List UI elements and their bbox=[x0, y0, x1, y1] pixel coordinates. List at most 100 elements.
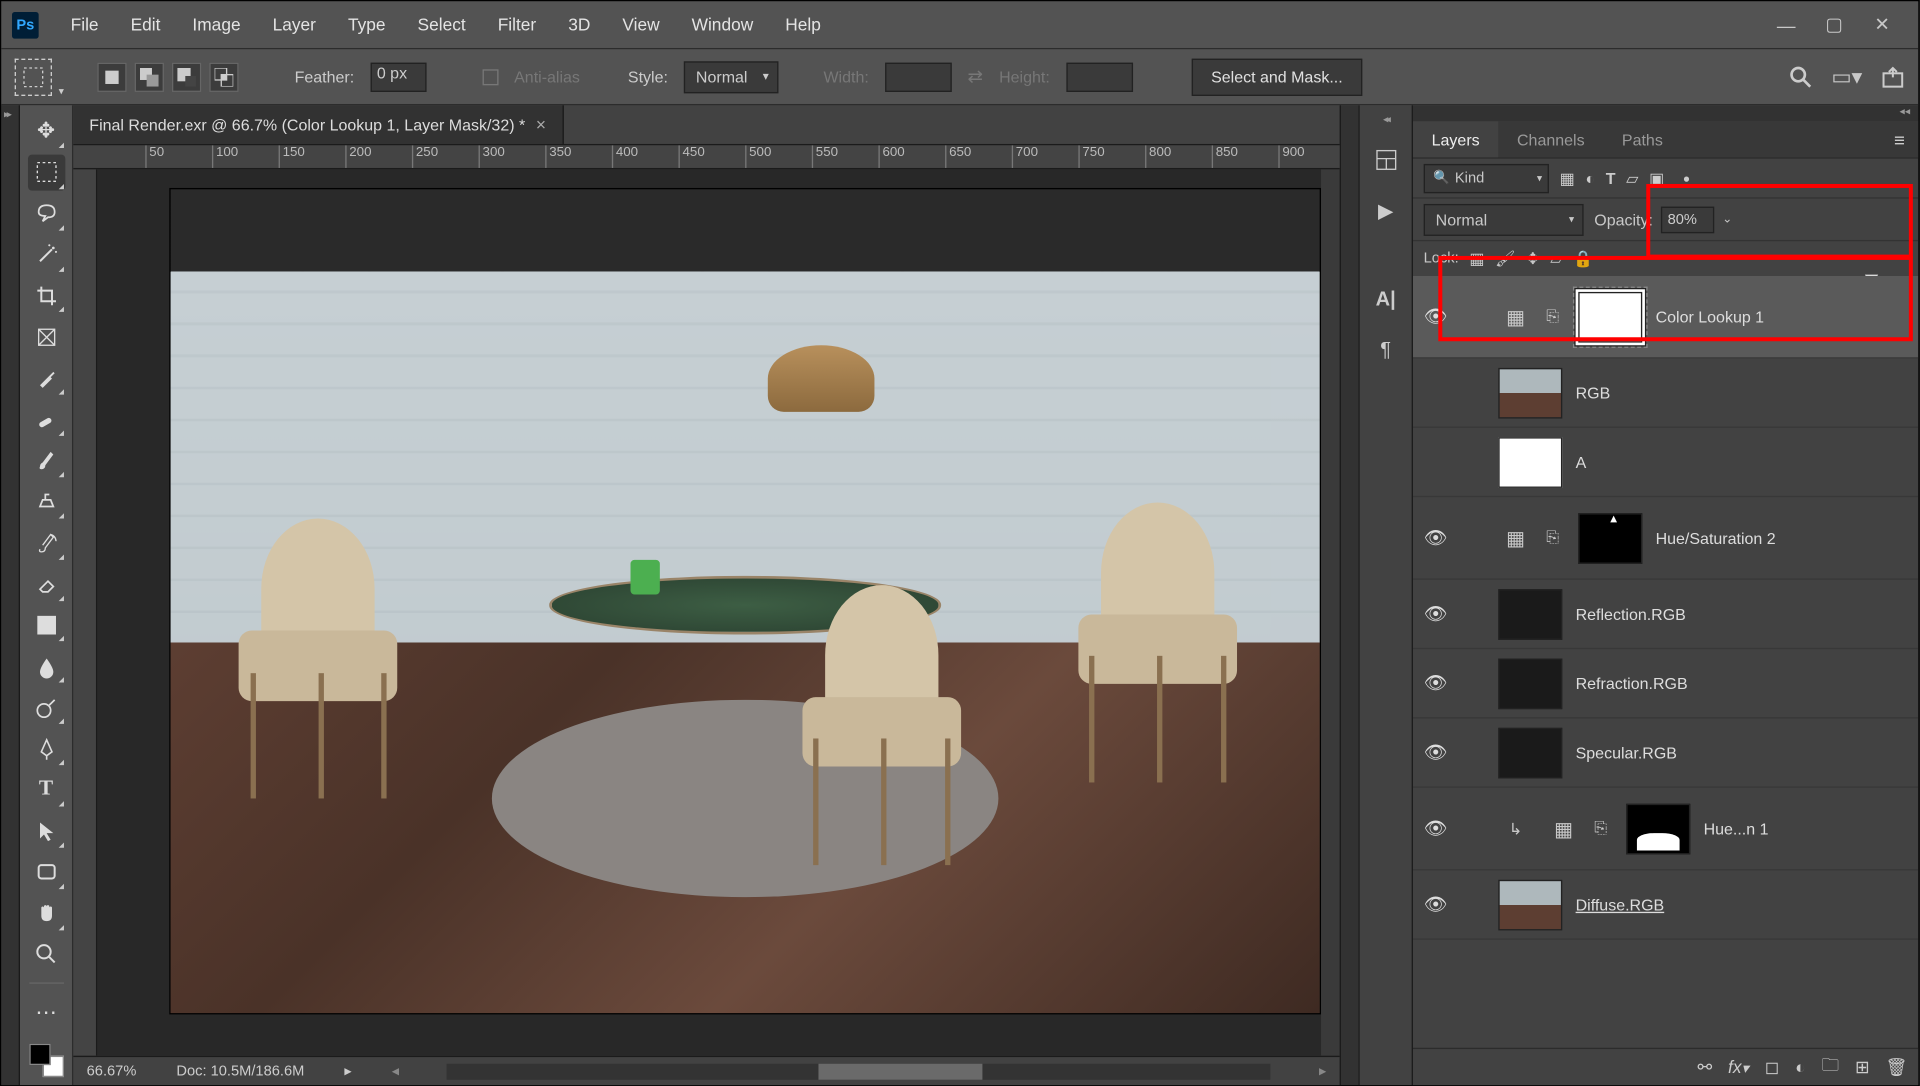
delete-layer-icon[interactable]: 🗑 bbox=[1886, 1056, 1908, 1077]
doc-info[interactable]: Doc: 10.5M/186.6M bbox=[176, 1063, 304, 1079]
visibility-eye-icon[interactable]: 👁 bbox=[1424, 527, 1448, 550]
rectangle-tool[interactable] bbox=[27, 854, 64, 890]
visibility-eye-icon[interactable]: 👁 bbox=[1424, 603, 1448, 626]
right-gutter[interactable] bbox=[1340, 105, 1359, 1085]
close-tab-icon[interactable]: × bbox=[536, 115, 546, 135]
eraser-tool[interactable] bbox=[27, 566, 64, 602]
selection-new-icon[interactable] bbox=[97, 62, 126, 91]
menu-edit[interactable]: Edit bbox=[115, 15, 177, 35]
dodge-tool[interactable] bbox=[27, 689, 64, 725]
lasso-tool[interactable] bbox=[27, 196, 64, 232]
layer-name[interactable]: Reflection.RGB bbox=[1576, 605, 1686, 624]
select-and-mask-button[interactable]: Select and Mask... bbox=[1191, 58, 1363, 95]
workspace-icon[interactable]: ▭▾ bbox=[1831, 63, 1862, 90]
menu-filter[interactable]: Filter bbox=[482, 15, 553, 35]
layer-color-lookup-1[interactable]: 👁 ▦ ⎘ Color Lookup 1 bbox=[1413, 276, 1918, 359]
horizontal-scrollbar[interactable] bbox=[447, 1063, 1271, 1079]
layer-specular-rgb[interactable]: 👁 Specular.RGB bbox=[1413, 718, 1918, 787]
lock-transparency-icon[interactable]: ▦ bbox=[1469, 249, 1484, 268]
panel-menu-icon[interactable]: ≡ bbox=[1881, 129, 1919, 150]
add-mask-icon[interactable]: ◻ bbox=[1765, 1056, 1779, 1077]
zoom-level[interactable]: 66.67% bbox=[87, 1063, 137, 1079]
layer-name[interactable]: RGB bbox=[1576, 383, 1611, 402]
canvas[interactable] bbox=[97, 169, 1321, 1055]
layer-diffuse-rgb[interactable]: 👁 Diffuse.RGB bbox=[1413, 870, 1918, 939]
share-icon[interactable] bbox=[1881, 65, 1905, 89]
layer-a[interactable]: A bbox=[1413, 428, 1918, 497]
layer-name[interactable]: A bbox=[1576, 453, 1587, 472]
layer-thumbnail[interactable] bbox=[1498, 658, 1562, 709]
selection-intersect-icon[interactable] bbox=[209, 62, 238, 91]
layer-name[interactable]: Refraction.RGB bbox=[1576, 674, 1688, 693]
layer-mask-thumbnail[interactable] bbox=[1578, 513, 1642, 564]
brush-tool[interactable] bbox=[27, 443, 64, 479]
menu-layer[interactable]: Layer bbox=[257, 15, 332, 35]
menu-image[interactable]: Image bbox=[176, 15, 256, 35]
menu-3d[interactable]: 3D bbox=[552, 15, 606, 35]
layer-name[interactable]: Color Lookup 1 bbox=[1656, 307, 1764, 326]
layer-name[interactable]: Specular.RGB bbox=[1576, 743, 1677, 762]
vertical-scrollbar[interactable] bbox=[1321, 169, 1340, 1055]
layer-mask-thumbnail[interactable] bbox=[1626, 803, 1690, 854]
left-gutter[interactable] bbox=[1, 105, 20, 1085]
visibility-eye-icon[interactable]: 👁 bbox=[1424, 893, 1448, 916]
gradient-tool[interactable] bbox=[27, 607, 64, 643]
visibility-eye-icon[interactable]: 👁 bbox=[1424, 672, 1448, 695]
zoom-tool[interactable] bbox=[27, 936, 64, 972]
healing-brush-tool[interactable] bbox=[27, 401, 64, 437]
layer-thumbnail[interactable] bbox=[1498, 879, 1562, 930]
link-layers-icon[interactable]: ⚯ bbox=[1697, 1056, 1712, 1077]
filter-type-icon[interactable]: T bbox=[1606, 169, 1616, 188]
edit-toolbar-icon[interactable]: ⋯ bbox=[27, 995, 64, 1031]
move-tool[interactable]: ✥ bbox=[27, 113, 64, 149]
opacity-input[interactable]: 80% bbox=[1661, 206, 1714, 233]
menu-select[interactable]: Select bbox=[402, 15, 482, 35]
marquee-tool[interactable] bbox=[27, 154, 64, 190]
layer-name[interactable]: Hue/Saturation 2 bbox=[1656, 529, 1776, 548]
lock-pixels-icon[interactable]: 🖌 bbox=[1495, 249, 1515, 268]
window-maximize-icon[interactable]: ▢ bbox=[1820, 10, 1849, 39]
new-layer-icon[interactable]: ⊞ bbox=[1855, 1056, 1870, 1077]
filter-toggle-icon[interactable]: ● bbox=[1683, 171, 1690, 184]
doc-info-chevron-icon[interactable]: ▸ bbox=[344, 1062, 351, 1079]
layer-reflection-rgb[interactable]: 👁 Reflection.RGB bbox=[1413, 580, 1918, 649]
layer-rgb[interactable]: RGB bbox=[1413, 359, 1918, 428]
magic-wand-tool[interactable] bbox=[27, 237, 64, 273]
layer-thumbnail[interactable] bbox=[1498, 589, 1562, 640]
path-selection-tool[interactable] bbox=[27, 813, 64, 849]
filter-smart-icon[interactable]: ▣ bbox=[1649, 169, 1664, 188]
layer-hue-n-1[interactable]: 👁 ↳ ▦ ⎘ Hue...n 1 bbox=[1413, 788, 1918, 871]
lock-all-icon[interactable]: 🔒 bbox=[1573, 249, 1593, 268]
menu-view[interactable]: View bbox=[606, 15, 675, 35]
selection-subtract-icon[interactable] bbox=[172, 62, 201, 91]
foreground-background-colors[interactable] bbox=[29, 1044, 64, 1077]
window-minimize-icon[interactable]: — bbox=[1772, 10, 1801, 39]
layer-filter-kind[interactable]: 🔍Kind bbox=[1424, 163, 1549, 192]
tab-channels[interactable]: Channels bbox=[1498, 121, 1603, 157]
new-adjustment-icon[interactable]: ◐ bbox=[1795, 1057, 1805, 1077]
menu-help[interactable]: Help bbox=[769, 15, 837, 35]
dock-icon-character[interactable]: A| bbox=[1370, 283, 1402, 315]
window-close-icon[interactable]: ✕ bbox=[1868, 10, 1897, 39]
layer-mask-thumbnail[interactable] bbox=[1578, 291, 1642, 342]
selection-add-icon[interactable] bbox=[135, 62, 164, 91]
lock-position-icon[interactable]: ✥ bbox=[1526, 249, 1539, 268]
blur-tool[interactable] bbox=[27, 648, 64, 684]
layer-name[interactable]: Diffuse.RGB bbox=[1576, 895, 1665, 914]
layer-name[interactable]: Hue...n 1 bbox=[1704, 819, 1769, 838]
scroll-left-icon[interactable]: ◂ bbox=[392, 1062, 399, 1079]
tool-preset-marquee[interactable] bbox=[15, 58, 52, 95]
filter-adjust-icon[interactable]: ◐ bbox=[1585, 169, 1595, 188]
layer-thumbnail[interactable] bbox=[1498, 727, 1562, 778]
menu-type[interactable]: Type bbox=[332, 15, 402, 35]
layer-thumbnail[interactable] bbox=[1498, 437, 1562, 488]
clone-stamp-tool[interactable] bbox=[27, 484, 64, 520]
menu-window[interactable]: Window bbox=[676, 15, 770, 35]
lock-artboard-icon[interactable]: ▱ bbox=[1550, 249, 1562, 268]
layer-fx-icon[interactable]: fx▾ bbox=[1728, 1057, 1749, 1077]
menu-file[interactable]: File bbox=[55, 15, 115, 35]
layer-thumbnail[interactable] bbox=[1498, 367, 1562, 418]
dock-icon-paragraph[interactable]: ¶ bbox=[1370, 333, 1402, 365]
feather-input[interactable]: 0 px bbox=[370, 62, 426, 91]
tab-layers[interactable]: Layers bbox=[1413, 121, 1498, 157]
